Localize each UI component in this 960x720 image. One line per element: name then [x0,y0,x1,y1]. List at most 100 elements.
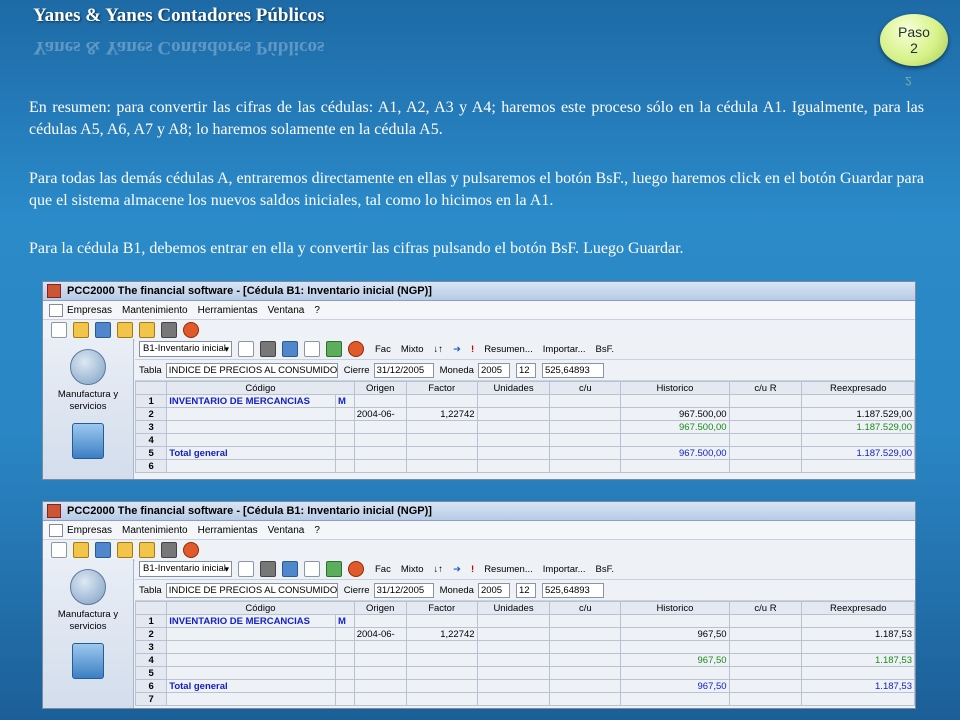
origen-cell[interactable]: 2004-06- [353,407,407,421]
excel-icon[interactable] [326,341,342,357]
reexpresado-cell[interactable] [801,394,915,408]
factor-cell[interactable]: 1,22742 [405,407,478,421]
origen-cell[interactable]: 2004-06- [353,627,407,641]
codigo-cell[interactable] [166,420,336,434]
origen-cell[interactable] [353,433,407,447]
m-cell[interactable]: M [334,614,355,628]
menu-empresas[interactable]: Empresas [67,525,112,536]
file-cabinet-icon[interactable] [72,643,104,679]
table-row[interactable]: 6 Total general 967,50 1.187,53 [134,679,915,693]
sidebar-label[interactable]: Manufactura y servicios [43,389,133,413]
factor-field[interactable]: 525,64893 [541,362,604,378]
col-historico[interactable]: Historico [620,601,730,615]
table-row[interactable]: 5 Total general 967.500,00 1.187.529,00 [134,446,915,460]
folder-icon[interactable] [73,322,89,338]
excel-icon[interactable] [326,561,342,577]
factor-cell[interactable] [405,394,478,408]
origen-cell[interactable] [353,420,407,434]
arrow-right-icon[interactable]: ➜ [453,564,461,575]
col-historico[interactable]: Historico [620,381,730,395]
print-icon[interactable] [304,561,320,577]
origen-cell[interactable] [353,614,407,628]
mixto-button[interactable]: Mixto [401,344,424,355]
codigo-cell[interactable]: INVENTARIO DE MERCANCIAS [166,394,336,408]
col-factor[interactable]: Factor [405,601,478,615]
table-row[interactable]: 2 2004-06- 1,22742 967,50 1.187,53 [134,627,915,641]
col-reexpresado[interactable]: Reexpresado [801,381,915,395]
col-cu[interactable]: c/u [549,381,622,395]
factor-field[interactable]: 525,64893 [541,582,604,598]
calculator-icon[interactable] [161,542,177,558]
importar-button[interactable]: Importar... [543,564,586,575]
table-row[interactable]: 2 2004-06- 1,22742 967.500,00 1.187.529,… [134,407,915,421]
historico-cell[interactable]: 967,50 [620,653,730,667]
codigo-cell[interactable]: INVENTARIO DE MERCANCIAS [166,614,336,628]
save-icon[interactable] [95,542,111,558]
factor-cell[interactable]: 1,22742 [405,627,478,641]
alert-icon[interactable]: ! [471,344,474,355]
m-cell[interactable] [334,627,355,641]
undo-icon[interactable] [282,561,298,577]
menu-empresas[interactable]: Empresas [67,305,112,316]
open-icon[interactable] [117,322,133,338]
tabla-field[interactable]: INDICE DE PRECIOS AL CONSUMIDOR [165,362,338,378]
year-field[interactable]: 2005 [477,362,510,378]
col-unidades[interactable]: Unidades [476,381,551,395]
month-field[interactable]: 12 [515,582,536,598]
m-cell[interactable] [334,407,355,421]
table-row[interactable]: 4 967,50 1.187,53 [134,653,915,667]
open-icon[interactable] [117,542,133,558]
mixto-button[interactable]: Mixto [401,564,424,575]
factor-cell[interactable] [405,614,478,628]
reexpresado-cell[interactable]: 1.187,53 [801,627,915,641]
reexpresado-cell[interactable]: 1.187.529,00 [801,446,915,460]
save-icon[interactable] [95,322,111,338]
col-factor[interactable]: Factor [405,381,478,395]
codigo-cell[interactable] [166,407,336,421]
menu-mantenimiento[interactable]: Mantenimiento [122,525,188,536]
factor-cell[interactable] [405,679,478,693]
save-disk-icon[interactable] [260,341,276,357]
help-lifebuoy-icon[interactable] [183,322,199,338]
menu-herramientas[interactable]: Herramientas [198,525,258,536]
origen-cell[interactable] [353,394,407,408]
col-reexpresado[interactable]: Reexpresado [801,601,915,615]
origen-cell[interactable] [353,653,407,667]
company-avatar-icon[interactable] [70,349,106,385]
bsf-button[interactable]: BsF. [596,564,614,575]
codigo-cell[interactable] [166,627,336,641]
resumen-button[interactable]: Resumen... [484,564,533,575]
factor-cell[interactable] [405,433,478,447]
sort-icon[interactable]: ↓↑ [434,564,444,575]
col-cur[interactable]: c/u R [728,601,803,615]
month-field[interactable]: 12 [515,362,536,378]
file-cabinet-icon[interactable] [72,423,104,459]
undo-icon[interactable] [282,341,298,357]
table-row[interactable]: 7 [134,692,915,706]
sheet-select[interactable]: B1-Inventario inicial [139,341,232,357]
menu-help[interactable]: ? [314,305,320,316]
calculator-icon[interactable] [161,322,177,338]
company-avatar-icon[interactable] [70,569,106,605]
menu-ventana[interactable]: Ventana [268,525,305,536]
close-icon[interactable] [348,341,364,357]
edit-icon[interactable] [238,561,254,577]
historico-cell[interactable] [620,394,730,408]
sheet-select[interactable]: B1-Inventario inicial [139,561,232,577]
m-cell[interactable] [334,420,355,434]
menu-help[interactable]: ? [314,525,320,536]
reexpresado-cell[interactable]: 1.187.529,00 [801,420,915,434]
m-cell[interactable] [334,653,355,667]
codigo-cell[interactable] [166,433,336,447]
tabla-field[interactable]: INDICE DE PRECIOS AL CONSUMIDOR [165,582,338,598]
cierre-field[interactable]: 31/12/2005 [373,362,434,378]
m-cell[interactable] [334,433,355,447]
col-unidades[interactable]: Unidades [476,601,551,615]
table-row[interactable]: 3 [134,640,915,654]
col-origen[interactable]: Origen [353,381,407,395]
table-row[interactable]: 4 [134,433,915,447]
reexpresado-cell[interactable] [801,614,915,628]
reexpresado-cell[interactable]: 1.187.529,00 [801,407,915,421]
help-lifebuoy-icon[interactable] [183,542,199,558]
m-cell[interactable]: M [334,394,355,408]
